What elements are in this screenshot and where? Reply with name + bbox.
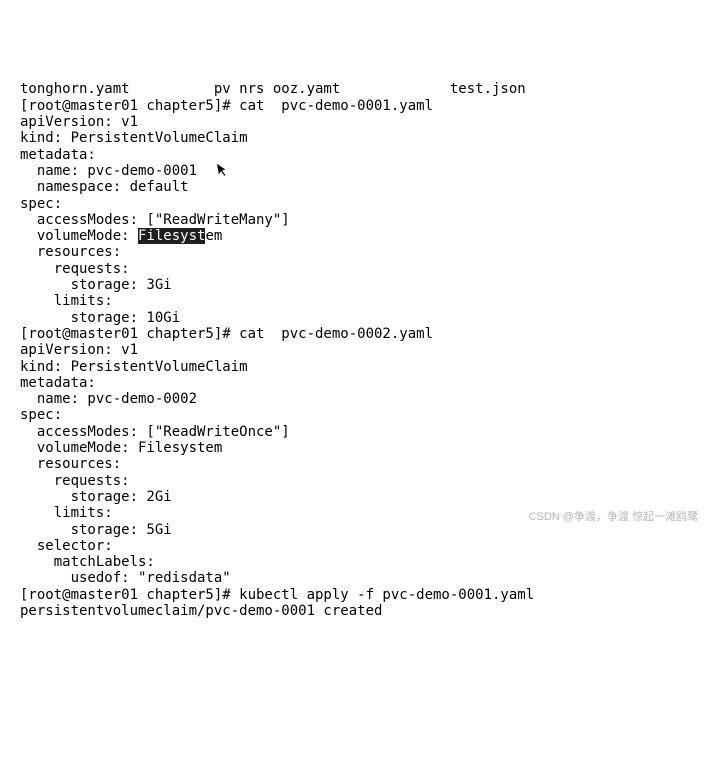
terminal-line: metadata: [20, 375, 96, 391]
terminal-line: resources: [20, 244, 121, 260]
terminal-line: accessModes: ["ReadWriteMany"] [20, 212, 290, 228]
terminal-line: [root@master01 chapter5]# kubectl apply … [20, 587, 534, 603]
terminal-line: spec: [20, 407, 62, 423]
terminal-line: [root@master01 chapter5]# cat pvc-demo-0… [20, 98, 433, 114]
terminal-line: requests: [20, 261, 130, 277]
terminal-line: namespace: default [20, 179, 189, 195]
terminal-line: apiVersion: v1 [20, 114, 138, 130]
terminal-output[interactable]: tonghorn.yamt pv nrs ooz.yamt test.json … [0, 65, 706, 619]
terminal-line: kind: PersistentVolumeClaim [20, 130, 248, 146]
terminal-line: spec: [20, 196, 62, 212]
terminal-line: usedof: "redisdata" [20, 570, 231, 586]
terminal-line: name: pvc-demo-0001 [20, 163, 197, 179]
terminal-line: limits: [20, 293, 113, 309]
terminal-line: storage: 5Gi [20, 522, 172, 538]
terminal-line: persistentvolumeclaim/pvc-demo-0001 crea… [20, 603, 382, 619]
terminal-line: matchLabels: [20, 554, 155, 570]
terminal-line: metadata: [20, 147, 96, 163]
terminal-line: requests: [20, 473, 130, 489]
terminal-line: volumeMode: Filesystem [20, 440, 222, 456]
terminal-line: volumeMode: Filesystem [20, 228, 222, 244]
terminal-line: apiVersion: v1 [20, 342, 138, 358]
terminal-line: accessModes: ["ReadWriteOnce"] [20, 424, 290, 440]
text-selection: Filesyst [138, 228, 205, 244]
terminal-line: storage: 2Gi [20, 489, 172, 505]
terminal-line: tonghorn.yamt pv nrs ooz.yamt test.json [20, 81, 526, 97]
terminal-line: resources: [20, 456, 121, 472]
terminal-line: selector: [20, 538, 113, 554]
terminal-line: storage: 3Gi [20, 277, 172, 293]
terminal-line: kind: PersistentVolumeClaim [20, 359, 248, 375]
watermark-text: CSDN @争渡，争渡 惊起一滩鸥鹭 [529, 511, 698, 524]
terminal-line: limits: [20, 505, 113, 521]
terminal-line: storage: 10Gi [20, 310, 180, 326]
terminal-line: [root@master01 chapter5]# cat pvc-demo-0… [20, 326, 433, 342]
terminal-line: name: pvc-demo-0002 [20, 391, 197, 407]
